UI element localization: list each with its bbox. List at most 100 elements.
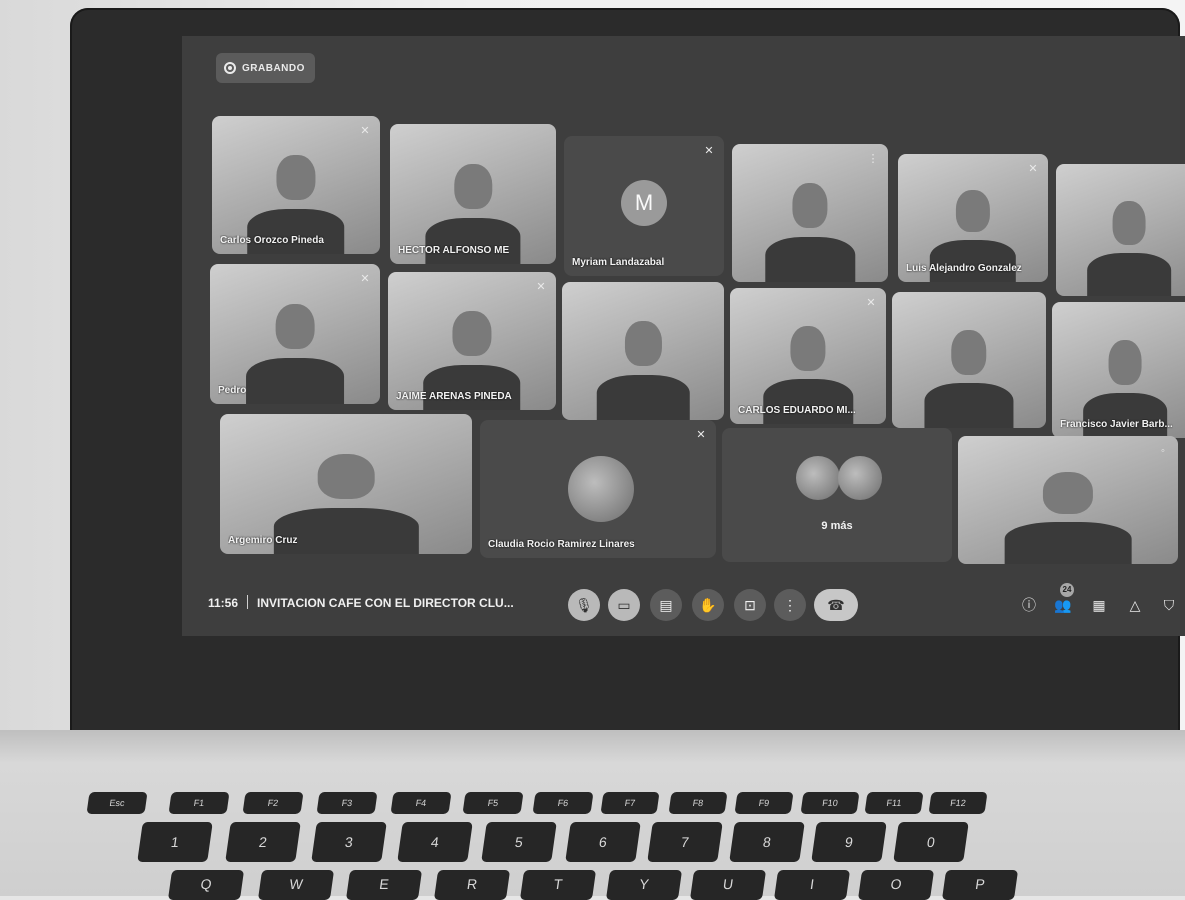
captions-icon: ▤ [659,597,673,613]
key-f8: F8 [668,792,728,814]
participant-tile[interactable] [892,292,1046,428]
mic-off-icon: ✕ [536,281,546,293]
key-f2: F2 [242,792,304,814]
key-f9: F9 [734,792,794,814]
key-7: 7 [647,822,723,862]
participant-name: Francisco Javier Barb... [1060,419,1173,430]
divider [247,595,249,609]
participant-video [594,312,691,420]
meeting-toolbar: 11:56 INVITACION CAFE CON EL DIRECTOR CLU… [182,577,1185,631]
more-vert-icon: ⋮ [783,597,797,613]
chat-icon: ▦ [1092,597,1106,613]
participant-tile[interactable]: ◦ [1056,164,1185,296]
mic-off-icon: ✕ [696,429,706,441]
key-f11: F11 [864,792,924,814]
participant-tile[interactable]: ✕ JAIME ARENAS PINEDA [388,272,556,410]
more-participants-label: 9 más [821,520,853,532]
participant-avatar [796,456,840,500]
participant-name: JAIME ARENAS PINEDA [396,391,512,402]
participant-avatar [838,456,882,500]
participant-tile[interactable]: ✕ Claudia Rocio Ramirez Linares [480,420,716,558]
meeting-title: INVITACION CAFE CON EL DIRECTOR CLU... [257,596,514,610]
laptop-lid: GRABANDO ✕ Carlos Orozco Pineda HECTOR A… [70,8,1185,748]
key-f3: F3 [316,792,378,814]
recording-badge: GRABANDO [216,53,315,83]
participant-tile[interactable]: ✕ M Myriam Landazabal [564,136,724,276]
meeting-info: 11:56 INVITACION CAFE CON EL DIRECTOR CLU… [208,595,514,610]
people-icon: 👥 [1054,597,1072,613]
participant-tile[interactable]: ✕ Carlos Orozco Pineda [212,116,380,254]
key-9: 9 [811,822,887,862]
people-button[interactable]: 👥 [1052,594,1074,616]
participant-tile[interactable]: ◦ [958,436,1178,564]
participant-tile[interactable]: Argemiro Cruz [220,414,472,554]
mic-off-icon: ✕ [360,273,370,285]
key-f4: F4 [390,792,452,814]
participant-name: Pedro [218,385,247,396]
shield-icon: ⛉ [1163,597,1175,613]
mic-off-icon: ✕ [704,145,714,157]
key-f12: F12 [928,792,988,814]
participant-tile[interactable]: ⋮ [732,144,888,282]
key-6: 6 [565,822,641,862]
participant-video [923,322,1015,428]
key-0: 0 [893,822,969,862]
more-options-button[interactable]: ⋮ [774,589,806,621]
key-3: 3 [311,822,387,862]
key-8: 8 [729,822,805,862]
participant-tile[interactable]: ✕ CARLOS EDUARDO MI... [730,288,886,424]
participant-name: Luis Alejandro Gonzalez [906,263,1022,274]
participant-tile[interactable]: ✕ Pedro [210,264,380,404]
participant-video [1002,464,1134,564]
participant-video [1085,193,1173,296]
participant-video [763,174,857,282]
participant-video [244,295,346,404]
activities-button[interactable]: △ [1124,594,1146,616]
participant-name: Argemiro Cruz [228,535,298,546]
key-4: 4 [397,822,473,862]
participant-tile[interactable]: Francisco Javier Barb... [1052,302,1185,438]
mic-off-icon: ✕ [1028,163,1038,175]
participant-count-badge: 24 [1060,583,1074,597]
key-f7: F7 [600,792,660,814]
key-1: 1 [137,822,213,862]
raise-hand-button[interactable]: ✋ [692,589,724,621]
key-5: 5 [481,822,557,862]
key-f6: F6 [532,792,594,814]
chat-button[interactable]: ▦ [1088,594,1110,616]
camera-button[interactable]: ▭ [608,589,640,621]
info-icon: ⓘ [1022,597,1036,613]
participant-name: CARLOS EDUARDO MI... [738,405,856,416]
meeting-time: 11:56 [208,596,239,610]
audio-indicator-icon: ⋮ [867,153,879,165]
microphone-off-icon: 🎙 [575,597,593,613]
laptop-keyboard-base: Esc F1 F2 F3 F4 F5 F6 F7 F8 F9 F10 F11 F… [0,730,1185,900]
participant-avatar [568,456,634,522]
video-call-screen: GRABANDO ✕ Carlos Orozco Pineda HECTOR A… [182,36,1185,636]
participant-tile[interactable]: HECTOR ALFONSO ME [390,124,556,264]
meeting-details-button[interactable]: ⓘ [1018,594,1040,616]
mic-off-icon: ✕ [360,125,370,137]
activities-icon: △ [1129,597,1141,613]
audio-indicator-icon: ◦ [1180,172,1185,186]
key-f1: F1 [168,792,230,814]
participant-name: Myriam Landazabal [572,257,665,268]
host-controls-button[interactable]: ⛉ [1158,594,1180,616]
participant-tile[interactable] [562,282,724,420]
camera-icon: ▭ [617,597,631,613]
participant-name: HECTOR ALFONSO ME [398,245,510,256]
microphone-button[interactable]: 🎙 [568,589,600,621]
key-esc: Esc [86,792,148,814]
audio-indicator-icon: ◦ [1161,445,1165,457]
present-button[interactable]: ⊡ [734,589,766,621]
participant-name: Claudia Rocio Ramirez Linares [488,539,635,550]
recording-label: GRABANDO [242,62,305,74]
participant-tile[interactable]: ✕ Luis Alejandro Gonzalez [898,154,1048,282]
more-participants-tile[interactable]: 9 más [722,428,952,562]
key-2: 2 [225,822,301,862]
captions-button[interactable]: ▤ [650,589,682,621]
key-f10: F10 [800,792,860,814]
end-call-button[interactable]: ☎ [814,589,858,621]
hang-up-icon: ☎ [827,597,845,613]
hand-icon: ✋ [699,597,717,613]
